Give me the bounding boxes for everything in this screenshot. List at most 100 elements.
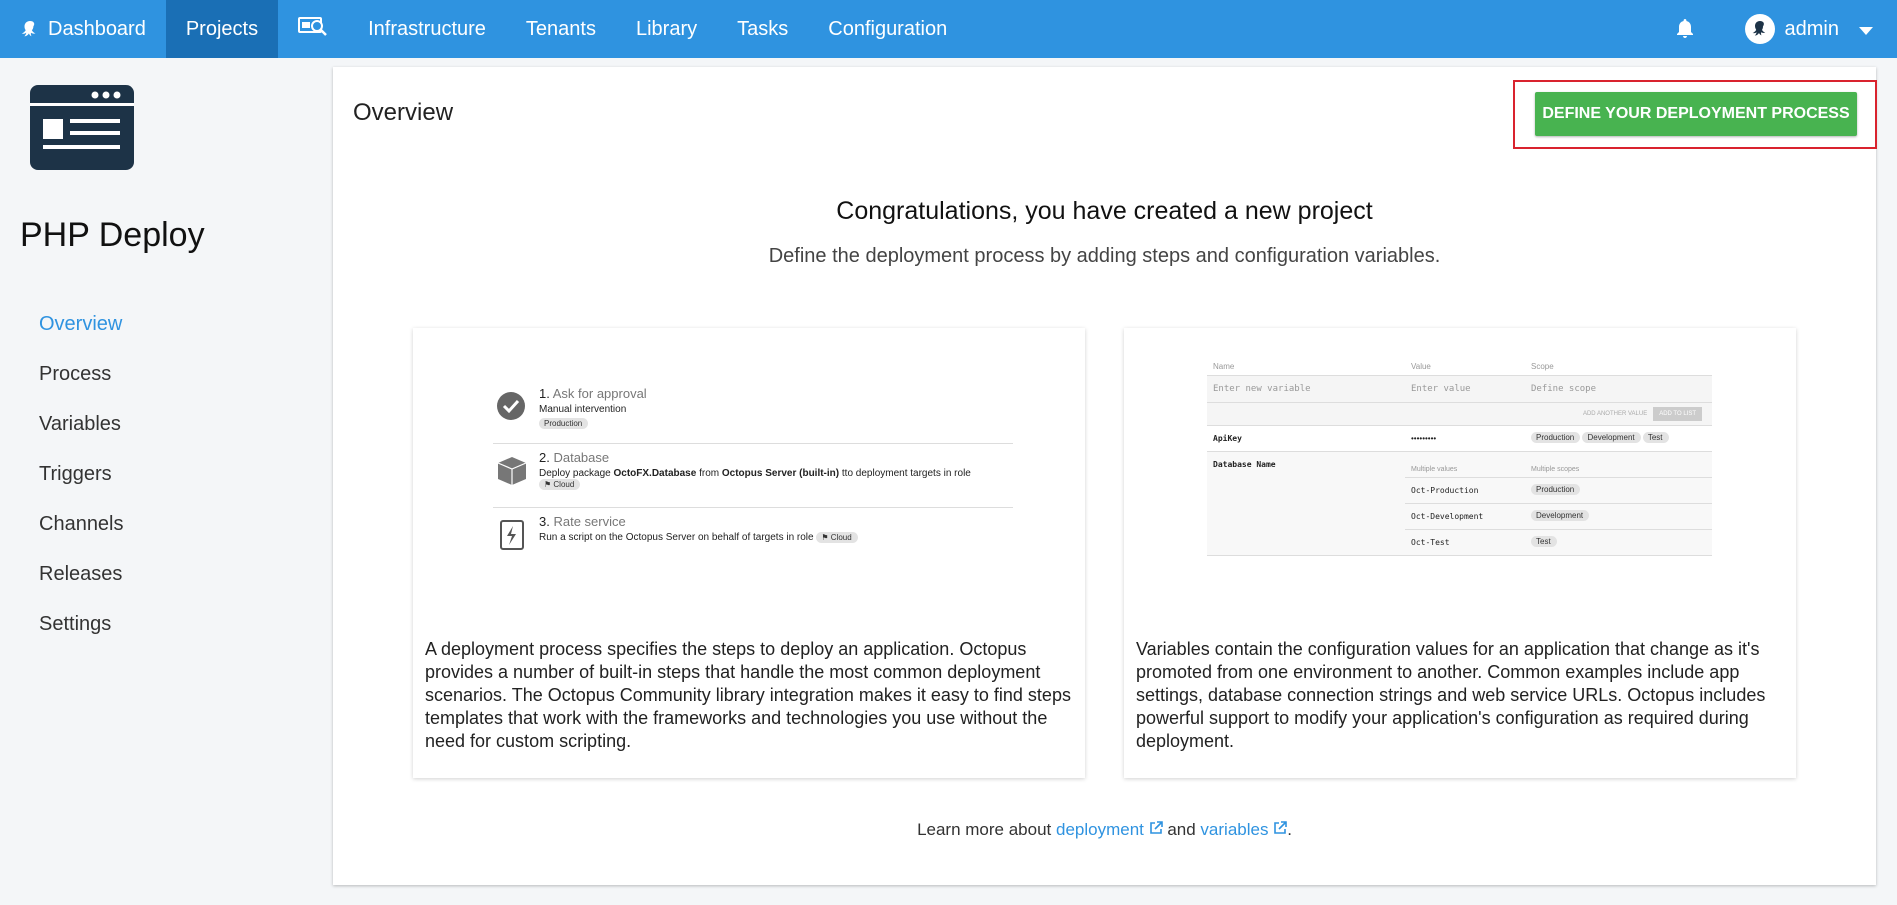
step-body: 1. Ask for approval Manual intervention … — [539, 386, 647, 429]
package-icon — [495, 454, 529, 488]
project-sidebar: PHP Deploy Overview Process Variables Tr… — [0, 58, 330, 905]
avatar — [1744, 14, 1775, 44]
variable-row: ApiKey ••••••••• Production Development … — [1207, 426, 1712, 452]
new-value-placeholder: Enter value — [1411, 384, 1471, 394]
script-icon — [495, 518, 529, 552]
scope-chip: Production — [1531, 432, 1581, 443]
learn-more-text: . — [1287, 820, 1292, 839]
nav-tasks[interactable]: Tasks — [717, 0, 808, 58]
deployment-link[interactable]: deployment — [1056, 820, 1163, 839]
main-panel: Overview DEFINE YOUR DEPLOYMENT PROCESS … — [333, 67, 1877, 885]
add-to-list-button: ADD TO LIST — [1653, 407, 1702, 421]
new-variable-row: Enter new variable Enter value Define sc… — [1207, 376, 1712, 403]
page-title: Overview — [353, 99, 454, 126]
variable-name: ApiKey — [1213, 434, 1242, 443]
step-num: 1. — [539, 386, 550, 401]
project-nav: Overview Process Variables Triggers Chan… — [39, 309, 124, 659]
nav-projects[interactable]: Projects — [165, 0, 279, 58]
variable-scopes: Production — [1525, 478, 1712, 503]
search-icon — [298, 16, 328, 42]
nav-infrastructure-label: Infrastructure — [368, 17, 486, 40]
nav-library[interactable]: Library — [616, 0, 717, 58]
scope-chip: Test — [1531, 536, 1557, 547]
step-chip-row: Production — [539, 418, 647, 429]
sidebar-item-settings[interactable]: Settings — [39, 609, 124, 659]
step-item: 2. Database Deploy package OctoFX.Databa… — [493, 444, 1013, 508]
step-desc-text: tto deployment targets in role — [839, 468, 971, 479]
role-chip: ⚑ Cloud — [539, 479, 581, 490]
learn-more-text: Learn more about — [917, 820, 1056, 839]
variables-card: Name Value Scope Enter new variable Ente… — [1124, 328, 1796, 778]
nav-infrastructure[interactable]: Infrastructure — [348, 0, 506, 58]
role-chip-label: Cloud — [553, 480, 575, 489]
table-header-row: Name Value Scope — [1207, 358, 1712, 376]
step-title: 2. Database — [539, 450, 1013, 465]
multi-value-row: Oct-Test Test — [1405, 530, 1712, 555]
chevron-down-icon — [1859, 18, 1873, 41]
project-logo — [30, 85, 134, 170]
variable-name: Database Name — [1213, 460, 1276, 469]
nav-configuration[interactable]: Configuration — [808, 0, 967, 58]
variable-value: Oct-Development — [1411, 512, 1484, 521]
variables-description: Variables contain the configuration valu… — [1136, 639, 1766, 751]
col-header: Name — [1213, 362, 1235, 371]
sidebar-item-releases[interactable]: Releases — [39, 559, 124, 609]
step-desc-text: Run a script on the Octopus Server on be… — [539, 532, 817, 544]
variables-illustration: Name Value Scope Enter new variable Ente… — [1207, 358, 1712, 556]
nav-dashboard[interactable]: Dashboard — [0, 0, 166, 58]
step-num: 3. — [539, 514, 550, 529]
role-chip: ⚑ Cloud — [816, 532, 858, 543]
sidebar-item-channels[interactable]: Channels — [39, 509, 124, 559]
bell-icon[interactable] — [1665, 0, 1705, 58]
user-name: admin — [1784, 17, 1839, 40]
sidebar-item-overview[interactable]: Overview — [39, 309, 124, 359]
step-title: 3. Rate service — [539, 514, 858, 529]
scope-chip: Test — [1642, 432, 1669, 443]
nav-dashboard-label: Dashboard — [48, 17, 146, 40]
nav-right: admin — [1665, 0, 1897, 58]
step-item: 1. Ask for approval Manual intervention … — [493, 380, 1013, 444]
step-num: 2. — [539, 450, 550, 465]
highlight-box: DEFINE YOUR DEPLOYMENT PROCESS — [1513, 80, 1877, 149]
congrats-subtitle: Define the deployment process by adding … — [768, 245, 1441, 267]
multi-value-row: Oct-Development Development — [1405, 504, 1712, 530]
package-name: OctoFX.Database — [613, 468, 697, 479]
scope-chip: Development — [1531, 510, 1590, 521]
user-menu[interactable]: admin — [1744, 14, 1873, 44]
sub-header: Multiple scopes — [1531, 466, 1580, 473]
nav-tenants[interactable]: Tenants — [506, 0, 616, 58]
octopus-icon — [20, 19, 40, 39]
nav-library-label: Library — [635, 17, 698, 40]
step-name: Database — [553, 450, 610, 465]
step-desc: Run a script on the Octopus Server on be… — [539, 532, 858, 543]
check-circle-icon — [495, 390, 529, 424]
col-header: Value — [1411, 362, 1431, 371]
col-header: Scope — [1531, 362, 1554, 371]
variables-link[interactable]: variables — [1200, 820, 1288, 839]
external-link-icon — [1273, 820, 1288, 839]
multi-header-row: Multiple values Multiple scopes — [1405, 452, 1712, 478]
process-card: 1. Ask for approval Manual intervention … — [413, 328, 1085, 778]
tag-icon: ⚑ — [544, 480, 554, 489]
nav-configuration-label: Configuration — [828, 17, 948, 40]
variable-scopes: Development — [1525, 504, 1712, 529]
deployment-link-label: deployment — [1055, 820, 1144, 839]
sidebar-item-variables[interactable]: Variables — [39, 409, 124, 459]
nav-tasks-label: Tasks — [737, 17, 789, 40]
sidebar-item-triggers[interactable]: Triggers — [39, 459, 124, 509]
nav-search[interactable] — [278, 0, 348, 58]
sidebar-item-process[interactable]: Process — [39, 359, 124, 409]
variable-value: Oct-Test — [1411, 538, 1450, 547]
learn-more: Learn more about deployment and variable… — [333, 820, 1876, 840]
variable-value: Oct-Production — [1411, 486, 1479, 495]
step-title: 1. Ask for approval — [539, 386, 647, 401]
congrats-heading: Congratulations, you have created a new … — [836, 197, 1373, 225]
new-variable-placeholder: Enter new variable — [1213, 384, 1311, 394]
tag-icon: ⚑ — [821, 533, 831, 542]
define-deployment-process-button[interactable]: DEFINE YOUR DEPLOYMENT PROCESS — [1535, 92, 1857, 136]
step-desc: Manual intervention — [539, 404, 627, 415]
step-body: 2. Database Deploy package OctoFX.Databa… — [539, 450, 1013, 490]
multi-values: Multiple values Multiple scopes Oct-Prod… — [1405, 452, 1712, 555]
add-buttons-row: ADD ANOTHER VALUE ADD TO LIST — [1207, 403, 1712, 426]
variables-link-label: variables — [1200, 820, 1269, 839]
